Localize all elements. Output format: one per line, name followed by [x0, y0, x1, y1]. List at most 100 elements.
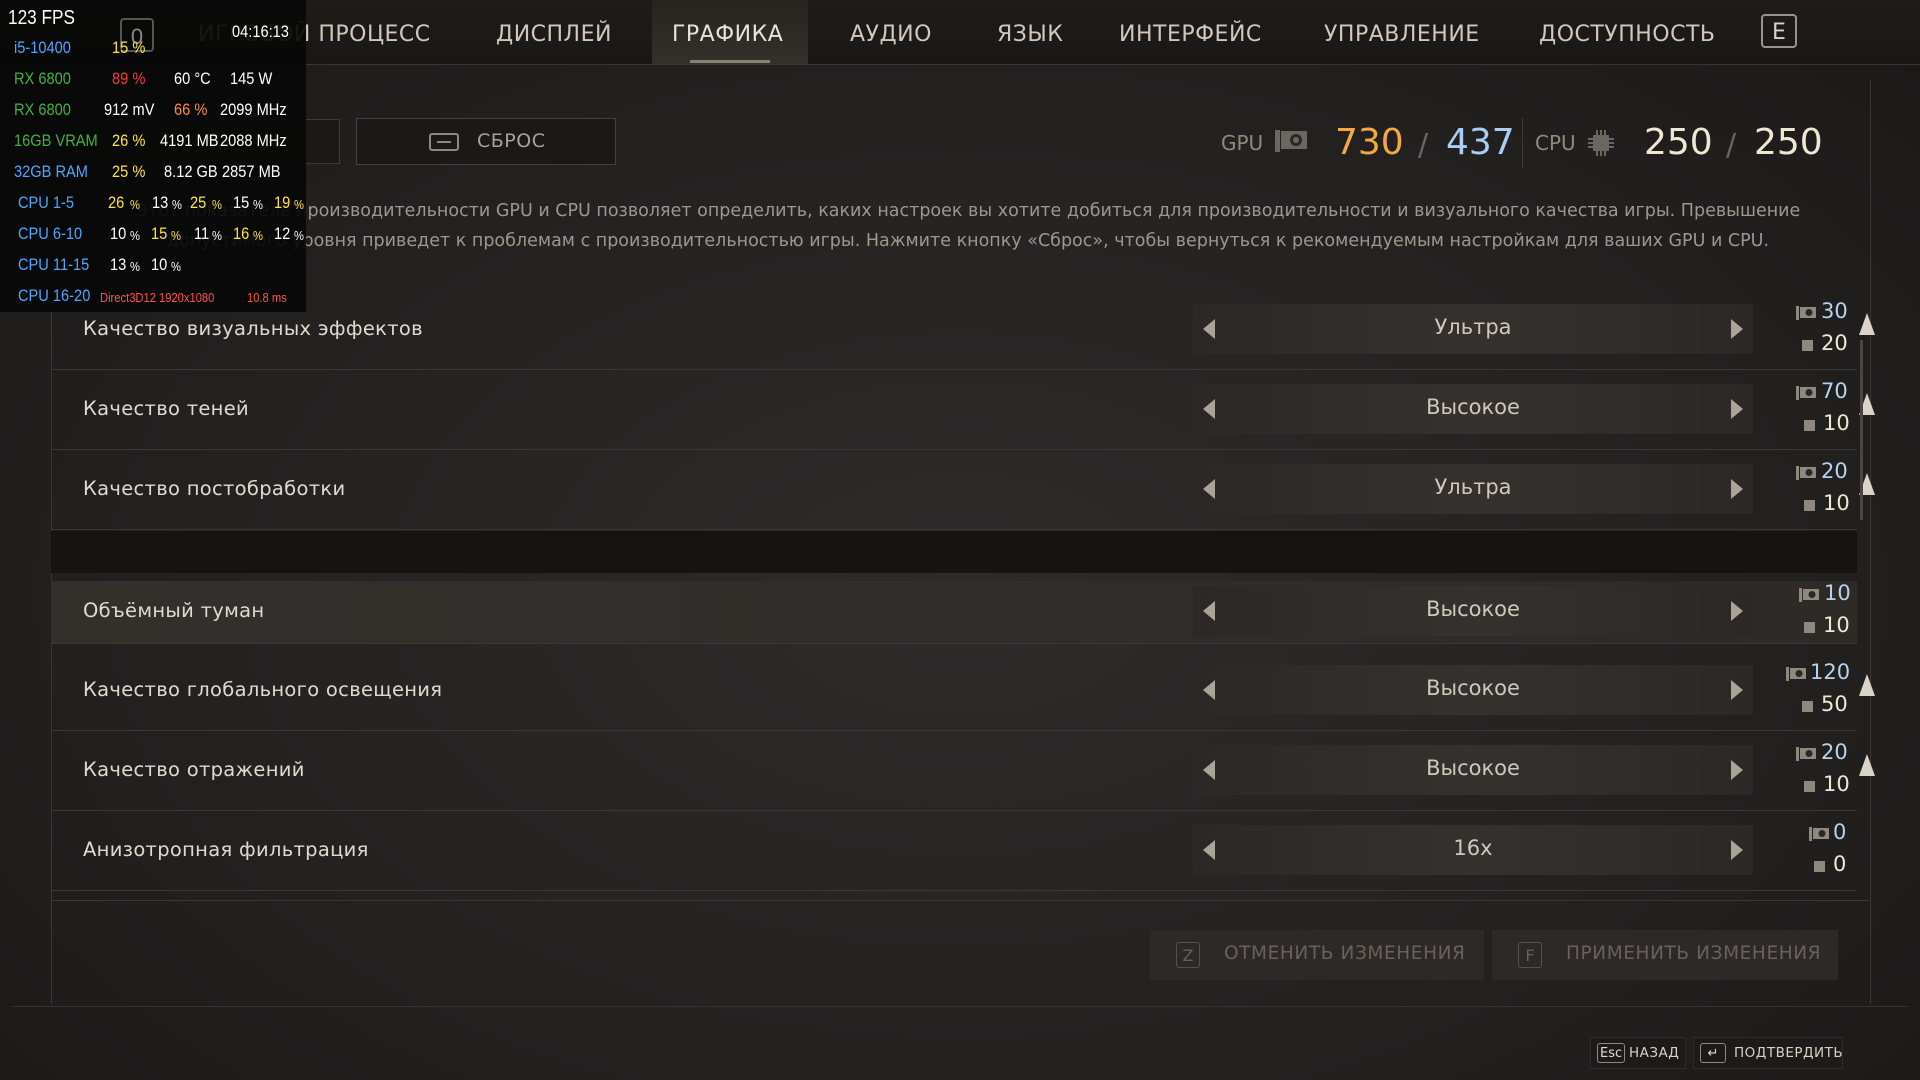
cpu-icon — [1802, 340, 1813, 351]
arrow-right-icon[interactable] — [1731, 840, 1743, 860]
budget-divider — [1522, 118, 1523, 168]
setting-value: Высокое — [1426, 676, 1520, 700]
cpu-budget-used: 250 — [1644, 122, 1713, 163]
setting-selector[interactable]: Ультра — [1193, 464, 1753, 514]
gpu-icon — [1796, 747, 1816, 761]
tab-controls[interactable]: УПРАВЛЕНИЕ — [1324, 22, 1480, 47]
setting-value: Высокое — [1426, 756, 1520, 780]
cpu-cost: 20 — [1821, 331, 1848, 355]
pct-sign: % — [130, 197, 140, 212]
key-hint: Z — [1176, 942, 1200, 968]
cpu-name: i5-10400 — [14, 38, 71, 57]
setting-selector[interactable]: 16x — [1193, 825, 1753, 875]
next-tab-key-hint[interactable]: E — [1761, 14, 1797, 48]
arrow-left-icon[interactable] — [1203, 601, 1215, 621]
setting-row[interactable]: Качество визуальных эффектов Ультра 30 2… — [51, 291, 1875, 370]
gpu-name-2: RX 6800 — [14, 100, 71, 119]
ram-pagefile: 2857 MB — [222, 162, 281, 181]
confirm-button[interactable]: ↵ ПОДТВЕРДИТЬ — [1693, 1037, 1843, 1069]
cpu-cost: 10 — [1823, 613, 1850, 637]
arrow-right-icon[interactable] — [1731, 601, 1743, 621]
cpu-icon — [1804, 500, 1815, 511]
setting-selector[interactable]: Высокое — [1193, 745, 1753, 795]
core-load: 15 — [151, 224, 168, 243]
gpu-icon — [1275, 130, 1307, 152]
arrow-left-icon[interactable] — [1203, 840, 1215, 860]
cpu-icon — [1588, 130, 1614, 156]
arrow-right-icon[interactable] — [1731, 760, 1743, 780]
tab-language[interactable]: ЯЗЫК — [997, 22, 1063, 47]
keyboard-key-icon — [429, 133, 459, 151]
arrow-right-icon[interactable] — [1731, 680, 1743, 700]
pct-sign: % — [294, 197, 304, 212]
tab-interface[interactable]: ИНТЕРФЕЙС — [1119, 22, 1262, 47]
setting-label: Качество постобработки — [83, 477, 346, 500]
core-load: 19 — [274, 193, 291, 212]
core-load: 25 — [190, 193, 207, 212]
core-load: 10 — [151, 255, 168, 274]
cpu-icon — [1814, 861, 1825, 872]
arrow-left-icon[interactable] — [1203, 760, 1215, 780]
tab-graphics[interactable]: ГРАФИКА — [672, 22, 783, 47]
setting-row-highlighted[interactable]: Объёмный туман Высокое 10 10 — [51, 581, 1857, 644]
core-load: 10 — [110, 224, 127, 243]
frametime: 10.8 ms — [247, 290, 287, 305]
apply-changes-button[interactable]: F ПРИМЕНИТЬ ИЗМЕНЕНИЯ — [1492, 930, 1838, 980]
pct-sign: % — [130, 259, 140, 274]
tab-display[interactable]: ДИСПЛЕЙ — [496, 22, 612, 47]
gpu-cost: 0 — [1833, 820, 1847, 844]
setting-value: Высокое — [1426, 395, 1520, 419]
setting-selector[interactable]: Ультра — [1193, 304, 1753, 354]
gpu-cost: 70 — [1821, 379, 1848, 403]
setting-cost: 20 10 — [1744, 459, 1850, 519]
gpu-icon — [1786, 667, 1806, 681]
reset-button[interactable]: СБРОС — [356, 118, 616, 165]
setting-value: Высокое — [1426, 597, 1520, 621]
cancel-changes-label: ОТМЕНИТЬ ИЗМЕНЕНИЯ — [1224, 943, 1466, 964]
reset-button-label: СБРОС — [477, 130, 546, 152]
arrow-left-icon[interactable] — [1203, 479, 1215, 499]
setting-row[interactable]: Качество теней Высокое 70 10 — [51, 371, 1875, 450]
arrow-left-icon[interactable] — [1203, 680, 1215, 700]
setting-row[interactable]: Качество постобработки Ультра 20 10 — [51, 451, 1875, 530]
setting-row[interactable]: Анизотропная фильтрация 16x 0 0 — [51, 812, 1857, 891]
scrollbar[interactable] — [1860, 340, 1863, 520]
tab-accessibility[interactable]: ДОСТУПНОСТЬ — [1539, 22, 1716, 47]
tab-audio[interactable]: АУДИО — [850, 22, 932, 47]
back-button[interactable]: Esc НАЗАД — [1590, 1037, 1686, 1069]
pct-sign: % — [212, 228, 222, 243]
pct-sign: % — [130, 228, 140, 243]
setting-selector[interactable]: Высокое — [1193, 665, 1753, 715]
cpu-icon — [1802, 701, 1813, 712]
cpu-cost: 10 — [1823, 772, 1850, 796]
core-load: 16 — [233, 224, 250, 243]
section-divider — [51, 531, 1857, 573]
cpu-icon — [1804, 420, 1815, 431]
cpu-cost: 50 — [1821, 692, 1848, 716]
gpu-icon — [1796, 386, 1816, 400]
gpu-cost: 30 — [1821, 299, 1848, 323]
cancel-changes-button[interactable]: Z ОТМЕНИТЬ ИЗМЕНЕНИЯ — [1150, 930, 1484, 980]
core-load: 15 — [233, 193, 250, 212]
vram-load: 26 % — [112, 131, 146, 150]
setting-cost: 0 0 — [1744, 820, 1847, 880]
gpu-budget-label: GPU — [1221, 131, 1264, 155]
render-api: Direct3D12 1920x1080 — [100, 290, 215, 305]
setting-selector[interactable]: Высокое — [1193, 384, 1753, 434]
arrow-right-icon[interactable] — [1731, 479, 1743, 499]
confirm-label: ПОДТВЕРДИТЬ — [1734, 1045, 1844, 1061]
gpu-budget-max: 437 — [1446, 122, 1515, 163]
setting-row[interactable]: Качество отражений Высокое 20 10 — [51, 732, 1875, 811]
cpu-budget-max: 250 — [1754, 122, 1823, 163]
vram-clock: 2088 MHz — [220, 131, 287, 150]
arrow-right-icon[interactable] — [1731, 399, 1743, 419]
setting-selector[interactable]: Высокое — [1193, 586, 1753, 636]
arrow-left-icon[interactable] — [1203, 319, 1215, 339]
arrow-right-icon[interactable] — [1731, 319, 1743, 339]
gpu-icon — [1809, 827, 1829, 841]
gpu-fan: 66 % — [174, 100, 208, 119]
arrow-left-icon[interactable] — [1203, 399, 1215, 419]
setting-value: Ультра — [1434, 315, 1512, 339]
setting-row[interactable]: Качество глобального освещения Высокое 1… — [51, 652, 1875, 731]
setting-cost: 70 10 — [1744, 379, 1850, 439]
